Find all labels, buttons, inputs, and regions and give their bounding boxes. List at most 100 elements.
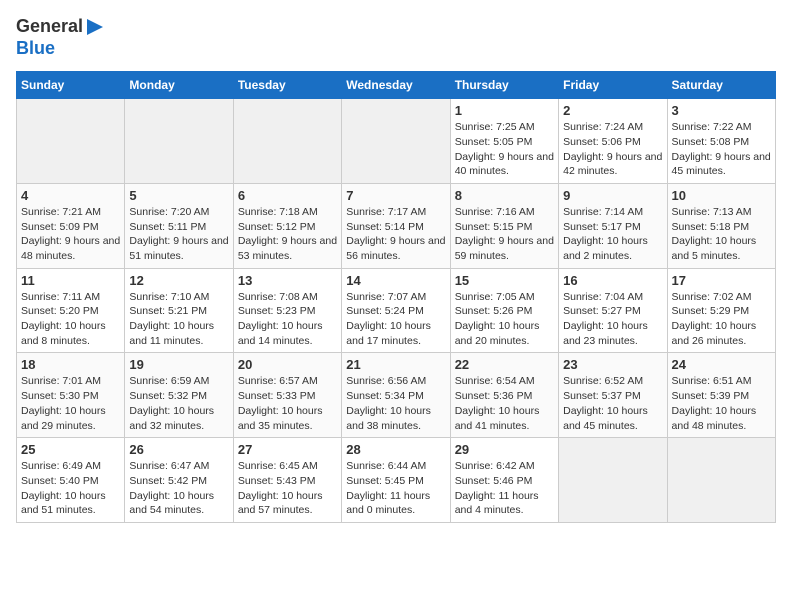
day-info: Sunrise: 7:13 AMSunset: 5:18 PMDaylight:… (672, 205, 771, 264)
day-info: Sunrise: 6:45 AMSunset: 5:43 PMDaylight:… (238, 459, 337, 518)
calendar-cell: 28 Sunrise: 6:44 AMSunset: 5:45 PMDayligh… (342, 438, 450, 523)
calendar-cell: 21 Sunrise: 6:56 AMSunset: 5:34 PMDayligh… (342, 353, 450, 438)
day-info: Sunrise: 7:07 AMSunset: 5:24 PMDaylight:… (346, 290, 445, 349)
calendar-week-3: 11 Sunrise: 7:11 AMSunset: 5:20 PMDayligh… (17, 268, 776, 353)
day-info: Sunrise: 6:47 AMSunset: 5:42 PMDaylight:… (129, 459, 228, 518)
day-number: 27 (238, 442, 337, 457)
day-number: 23 (563, 357, 662, 372)
calendar-cell: 10 Sunrise: 7:13 AMSunset: 5:18 PMDayligh… (667, 183, 775, 268)
day-number: 21 (346, 357, 445, 372)
calendar-cell (559, 438, 667, 523)
day-number: 26 (129, 442, 228, 457)
calendar-cell (17, 99, 125, 184)
day-number: 8 (455, 188, 554, 203)
calendar-cell: 9Sunrise: 7:14 AMSunset: 5:17 PMDaylight… (559, 183, 667, 268)
calendar-cell: 12Sunrise: 7:10 AMSunset: 5:21 PMDayligh… (125, 268, 233, 353)
calendar-cell: 17 Sunrise: 7:02 AMSunset: 5:29 PMDayligh… (667, 268, 775, 353)
calendar-cell: 8 Sunrise: 7:16 AMSunset: 5:15 PMDaylight… (450, 183, 558, 268)
calendar-cell: 25 Sunrise: 6:49 AMSunset: 5:40 PMDayligh… (17, 438, 125, 523)
calendar-week-1: 1 Sunrise: 7:25 AMSunset: 5:05 PMDaylight… (17, 99, 776, 184)
day-number: 4 (21, 188, 120, 203)
day-number: 24 (672, 357, 771, 372)
day-info: Sunrise: 7:17 AMSunset: 5:14 PMDaylight:… (346, 205, 445, 264)
calendar-table: SundayMondayTuesdayWednesdayThursdayFrid… (16, 71, 776, 523)
day-info: Sunrise: 7:02 AMSunset: 5:29 PMDaylight:… (672, 290, 771, 349)
calendar-cell: 20Sunrise: 6:57 AMSunset: 5:33 PMDayligh… (233, 353, 341, 438)
calendar-cell: 26 Sunrise: 6:47 AMSunset: 5:42 PMDayligh… (125, 438, 233, 523)
day-info: Sunrise: 7:01 AMSunset: 5:30 PMDaylight:… (21, 374, 120, 433)
page-header: General Blue (16, 16, 776, 59)
day-info: Sunrise: 7:08 AMSunset: 5:23 PMDaylight:… (238, 290, 337, 349)
day-number: 17 (672, 273, 771, 288)
calendar-cell (125, 99, 233, 184)
day-info: Sunrise: 7:04 AMSunset: 5:27 PMDaylight:… (563, 290, 662, 349)
calendar-cell: 15 Sunrise: 7:05 AMSunset: 5:26 PMDayligh… (450, 268, 558, 353)
calendar-cell: 6 Sunrise: 7:18 AMSunset: 5:12 PMDaylight… (233, 183, 341, 268)
day-number: 28 (346, 442, 445, 457)
calendar-week-2: 4 Sunrise: 7:21 AMSunset: 5:09 PMDaylight… (17, 183, 776, 268)
calendar-cell: 7 Sunrise: 7:17 AMSunset: 5:14 PMDaylight… (342, 183, 450, 268)
day-info: Sunrise: 7:16 AMSunset: 5:15 PMDaylight:… (455, 205, 554, 264)
calendar-cell: 27 Sunrise: 6:45 AMSunset: 5:43 PMDayligh… (233, 438, 341, 523)
calendar-cell: 4 Sunrise: 7:21 AMSunset: 5:09 PMDaylight… (17, 183, 125, 268)
day-number: 5 (129, 188, 228, 203)
calendar-cell: 1 Sunrise: 7:25 AMSunset: 5:05 PMDaylight… (450, 99, 558, 184)
weekday-header-thursday: Thursday (450, 72, 558, 99)
day-number: 22 (455, 357, 554, 372)
weekday-header-saturday: Saturday (667, 72, 775, 99)
calendar-cell: 11 Sunrise: 7:11 AMSunset: 5:20 PMDayligh… (17, 268, 125, 353)
weekday-header-sunday: Sunday (17, 72, 125, 99)
day-number: 16 (563, 273, 662, 288)
day-info: Sunrise: 7:18 AMSunset: 5:12 PMDaylight:… (238, 205, 337, 264)
weekday-header-row: SundayMondayTuesdayWednesdayThursdayFrid… (17, 72, 776, 99)
calendar-cell (233, 99, 341, 184)
logo-blue: Blue (16, 38, 55, 58)
day-info: Sunrise: 6:51 AMSunset: 5:39 PMDaylight:… (672, 374, 771, 433)
calendar-body: 1 Sunrise: 7:25 AMSunset: 5:05 PMDaylight… (17, 99, 776, 523)
day-info: Sunrise: 6:44 AMSunset: 5:45 PMDaylight:… (346, 459, 445, 518)
logo: General Blue (16, 16, 105, 59)
day-info: Sunrise: 6:59 AMSunset: 5:32 PMDaylight:… (129, 374, 228, 433)
day-info: Sunrise: 6:54 AMSunset: 5:36 PMDaylight:… (455, 374, 554, 433)
day-number: 7 (346, 188, 445, 203)
calendar-cell: 24 Sunrise: 6:51 AMSunset: 5:39 PMDayligh… (667, 353, 775, 438)
day-number: 15 (455, 273, 554, 288)
day-info: Sunrise: 7:21 AMSunset: 5:09 PMDaylight:… (21, 205, 120, 264)
day-number: 19 (129, 357, 228, 372)
calendar-cell: 16 Sunrise: 7:04 AMSunset: 5:27 PMDayligh… (559, 268, 667, 353)
day-number: 13 (238, 273, 337, 288)
day-number: 10 (672, 188, 771, 203)
day-number: 6 (238, 188, 337, 203)
day-info: Sunrise: 7:11 AMSunset: 5:20 PMDaylight:… (21, 290, 120, 349)
day-number: 25 (21, 442, 120, 457)
calendar-cell: 2Sunrise: 7:24 AMSunset: 5:06 PMDaylight… (559, 99, 667, 184)
day-number: 11 (21, 273, 120, 288)
calendar-cell: 18Sunrise: 7:01 AMSunset: 5:30 PMDayligh… (17, 353, 125, 438)
logo-container: General Blue (16, 16, 105, 59)
day-info: Sunrise: 7:22 AMSunset: 5:08 PMDaylight:… (672, 120, 771, 179)
calendar-cell (342, 99, 450, 184)
logo-arrow-icon (85, 17, 105, 37)
day-info: Sunrise: 7:25 AMSunset: 5:05 PMDaylight:… (455, 120, 554, 179)
day-info: Sunrise: 6:57 AMSunset: 5:33 PMDaylight:… (238, 374, 337, 433)
day-info: Sunrise: 7:05 AMSunset: 5:26 PMDaylight:… (455, 290, 554, 349)
day-number: 14 (346, 273, 445, 288)
calendar-cell: 5 Sunrise: 7:20 AMSunset: 5:11 PMDaylight… (125, 183, 233, 268)
calendar-cell: 22 Sunrise: 6:54 AMSunset: 5:36 PMDayligh… (450, 353, 558, 438)
day-number: 2 (563, 103, 662, 118)
calendar-week-4: 18Sunrise: 7:01 AMSunset: 5:30 PMDayligh… (17, 353, 776, 438)
day-info: Sunrise: 6:52 AMSunset: 5:37 PMDaylight:… (563, 374, 662, 433)
calendar-cell: 29 Sunrise: 6:42 AMSunset: 5:46 PMDayligh… (450, 438, 558, 523)
calendar-cell: 23 Sunrise: 6:52 AMSunset: 5:37 PMDayligh… (559, 353, 667, 438)
day-number: 3 (672, 103, 771, 118)
day-info: Sunrise: 6:56 AMSunset: 5:34 PMDaylight:… (346, 374, 445, 433)
day-info: Sunrise: 7:20 AMSunset: 5:11 PMDaylight:… (129, 205, 228, 264)
weekday-header-wednesday: Wednesday (342, 72, 450, 99)
day-number: 1 (455, 103, 554, 118)
day-number: 29 (455, 442, 554, 457)
logo-general: General (16, 16, 83, 36)
calendar-cell: 3 Sunrise: 7:22 AMSunset: 5:08 PMDaylight… (667, 99, 775, 184)
day-info: Sunrise: 6:42 AMSunset: 5:46 PMDaylight:… (455, 459, 554, 518)
day-info: Sunrise: 6:49 AMSunset: 5:40 PMDaylight:… (21, 459, 120, 518)
day-number: 12 (129, 273, 228, 288)
